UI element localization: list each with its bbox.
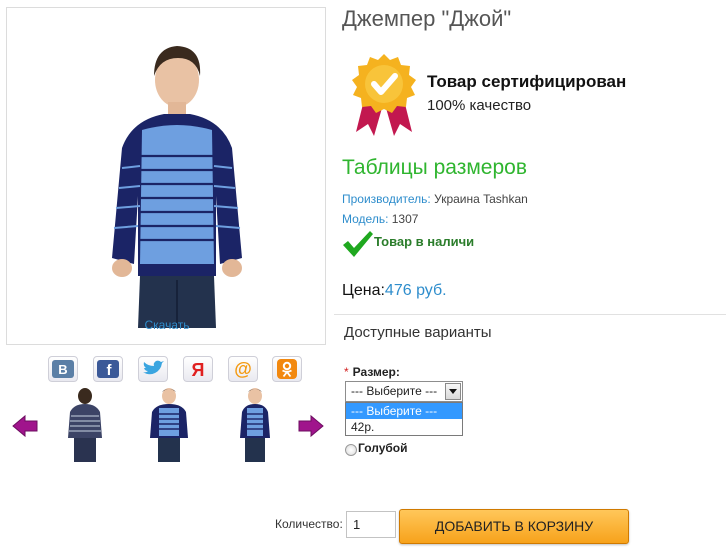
manufacturer-line: Производитель: Украина Tashkan xyxy=(342,192,528,206)
svg-text:@: @ xyxy=(234,359,252,379)
main-image-box: Скачать xyxy=(6,7,326,345)
facebook-share-button[interactable]: f xyxy=(93,356,123,382)
divider xyxy=(334,314,726,315)
vk-share-button[interactable]: B xyxy=(48,356,78,382)
twitter-share-button[interactable] xyxy=(138,356,168,382)
download-link[interactable]: Скачать xyxy=(7,318,327,332)
price-label: Цена: xyxy=(342,282,385,299)
thumbnail-front[interactable] xyxy=(146,386,192,462)
manufacturer-label[interactable]: Производитель: xyxy=(342,192,431,206)
stock-status: Товар в наличи xyxy=(374,234,475,249)
quantity-input[interactable]: 1 xyxy=(346,511,396,538)
size-select-value: --- Выберите --- xyxy=(351,384,438,398)
color-option-label: Голубой xyxy=(358,441,408,455)
product-photo[interactable] xyxy=(92,28,262,328)
vk-icon: B xyxy=(52,360,74,378)
manufacturer-value: Украина Tashkan xyxy=(434,192,528,206)
model-label: Модель: xyxy=(342,212,389,226)
size-option[interactable]: 42р. xyxy=(346,419,462,435)
model-line: Модель: 1307 xyxy=(342,212,418,226)
facebook-icon: f xyxy=(97,360,119,378)
thumbnail-back[interactable] xyxy=(62,386,108,462)
certificate-badge-icon xyxy=(352,54,416,136)
odnoklassniki-icon xyxy=(277,359,297,379)
odnoklassniki-share-button[interactable] xyxy=(272,356,302,382)
in-stock-check-icon xyxy=(343,231,373,257)
mail-share-button[interactable]: @ xyxy=(228,356,258,382)
size-label-text: Размер: xyxy=(352,365,400,379)
certificate-title: Товар сертифицирован xyxy=(427,72,627,91)
quantity-label: Количество: xyxy=(275,517,343,531)
color-radio[interactable] xyxy=(345,444,357,456)
dropdown-arrow-icon[interactable] xyxy=(445,383,461,400)
price: Цена:476 руб. xyxy=(342,282,447,300)
prev-arrow-icon[interactable] xyxy=(12,413,38,439)
twitter-icon xyxy=(143,360,164,375)
required-mark: * xyxy=(344,365,349,379)
size-select[interactable]: --- Выберите --- xyxy=(345,381,463,402)
yandex-share-button[interactable]: Я xyxy=(183,356,213,382)
yandex-icon: Я xyxy=(192,360,205,379)
model-value: 1307 xyxy=(391,212,419,226)
next-arrow-icon[interactable] xyxy=(298,413,324,439)
size-table-link[interactable]: Таблицы размеров xyxy=(342,156,527,180)
variants-title: Доступные варианты xyxy=(344,324,492,341)
svg-text:Я: Я xyxy=(192,360,205,379)
add-to-cart-button[interactable]: ДОБАВИТЬ В КОРЗИНУ xyxy=(399,509,629,544)
product-title: Джемпер "Джой" xyxy=(342,6,512,31)
svg-text:B: B xyxy=(58,362,67,377)
size-dropdown-list: --- Выберите --- 42р. xyxy=(345,402,463,436)
mail-icon: @ xyxy=(234,359,252,379)
size-option[interactable]: --- Выберите --- xyxy=(346,403,462,419)
size-label: * Размер: xyxy=(344,365,400,379)
certificate-subtitle: 100% качество xyxy=(427,97,532,114)
price-value: 476 руб. xyxy=(384,282,447,299)
thumbnail-side[interactable] xyxy=(232,386,278,462)
